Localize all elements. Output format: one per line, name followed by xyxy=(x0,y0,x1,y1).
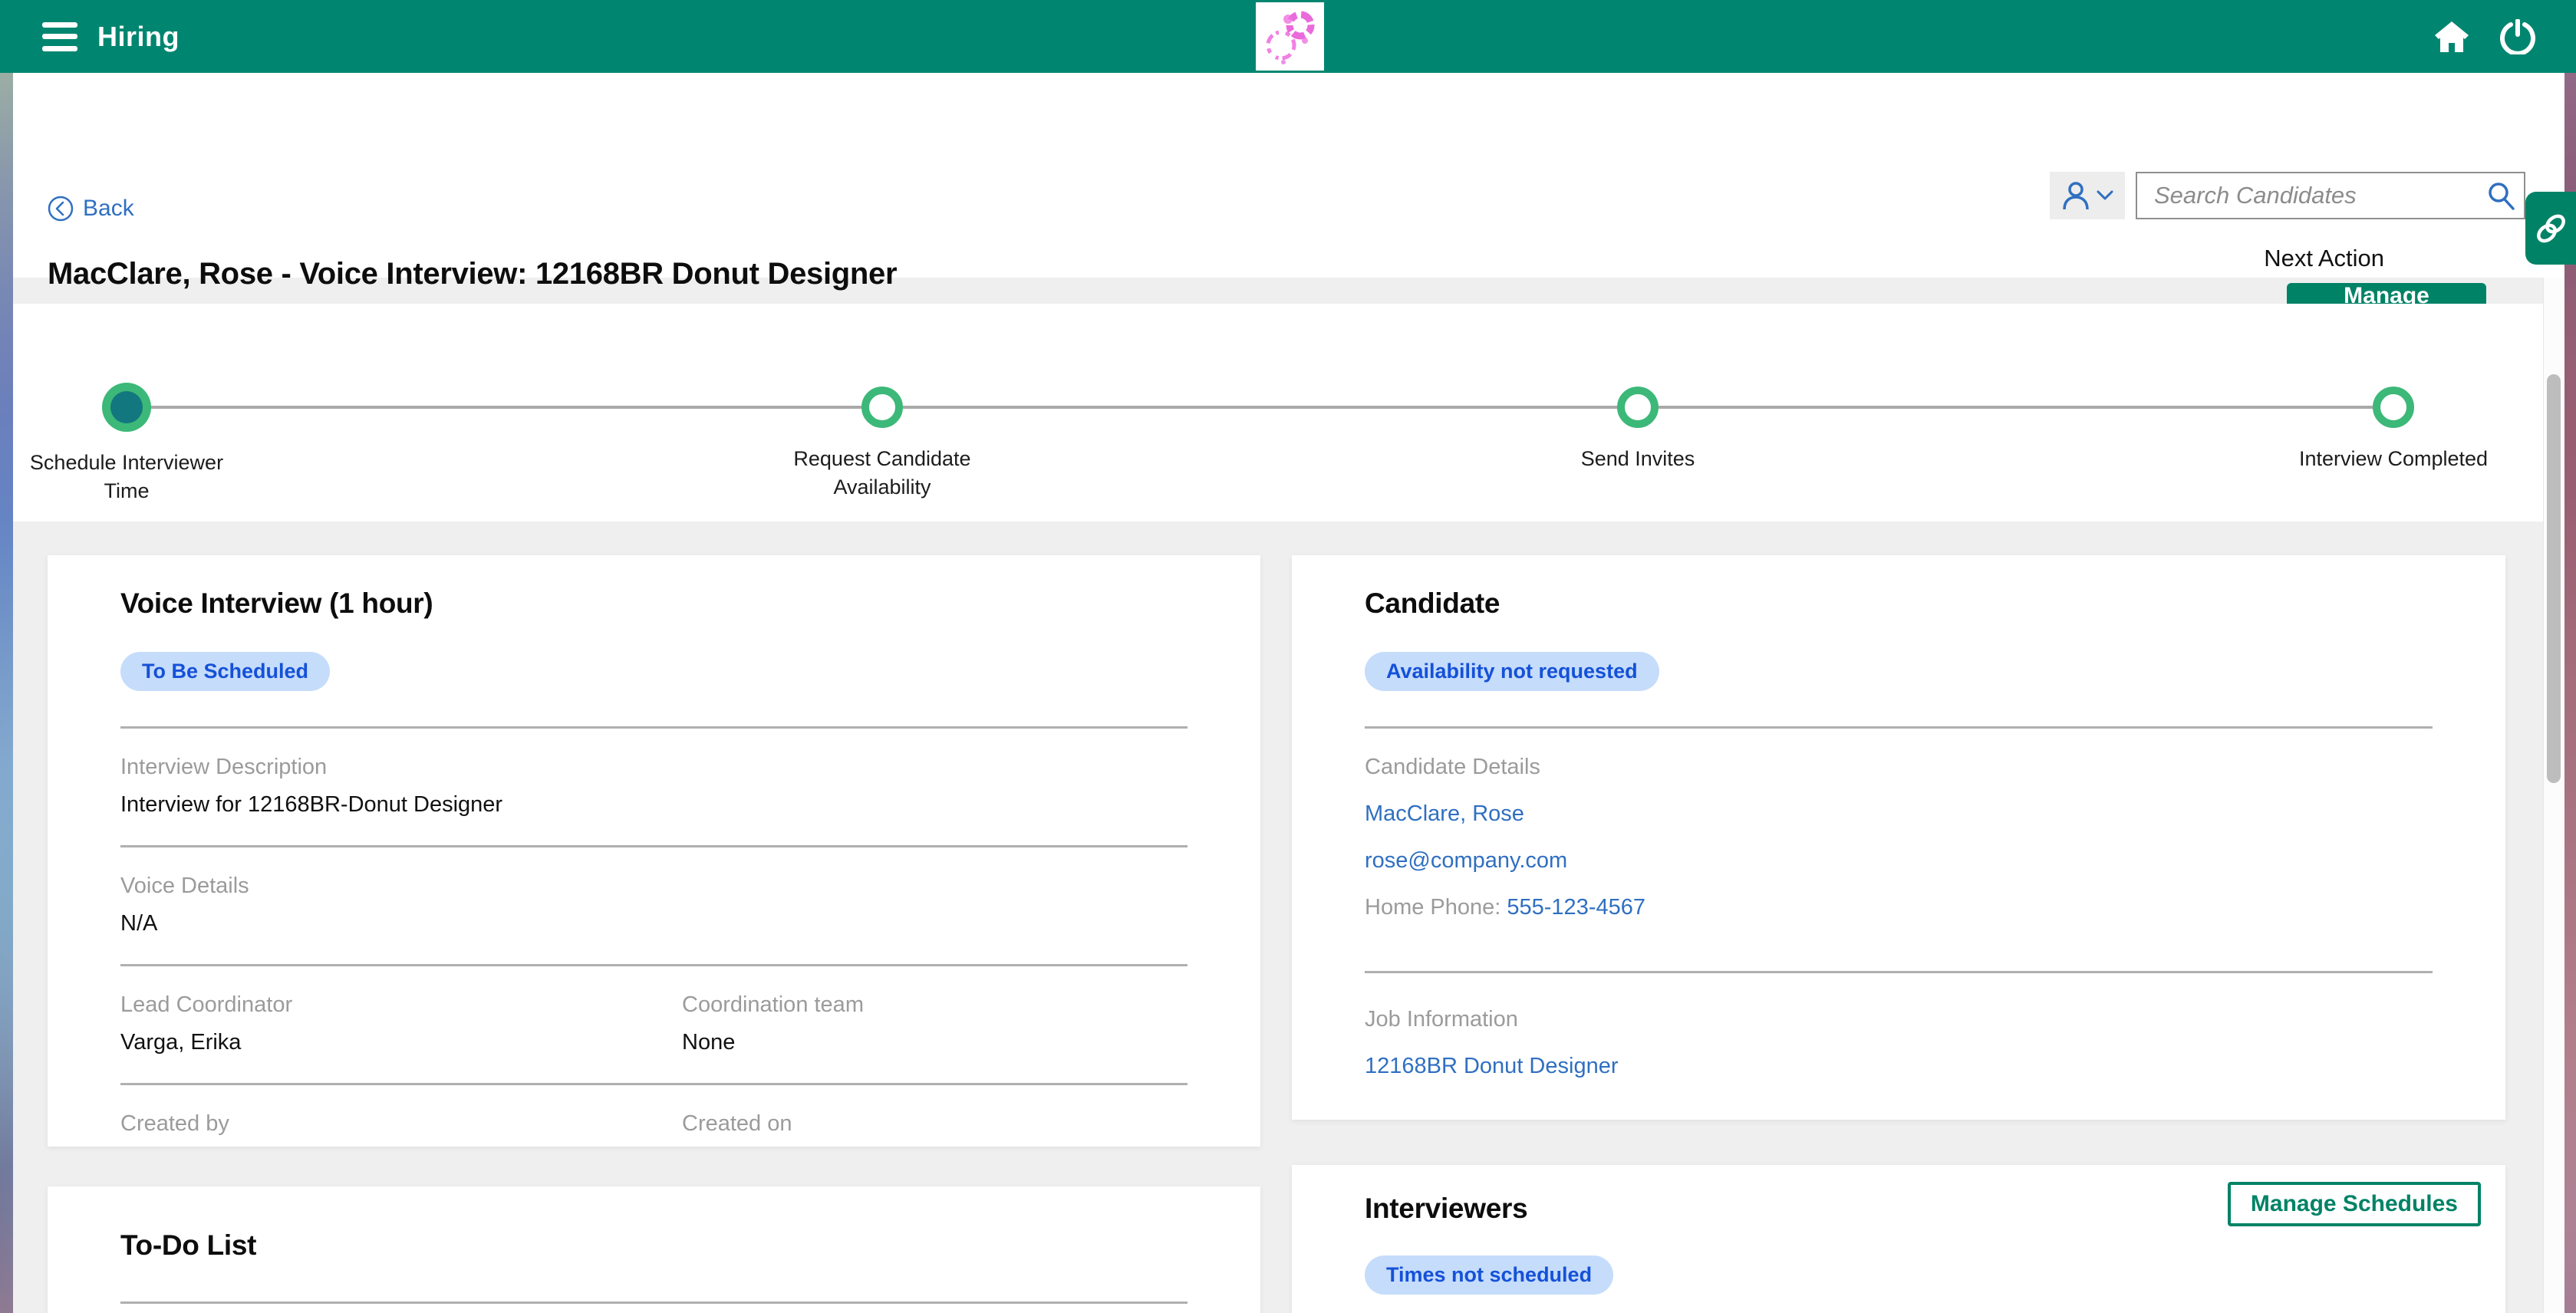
field-label: Created on xyxy=(682,1111,1188,1137)
candidate-details-label: Candidate Details xyxy=(1365,755,2433,780)
candidate-phone-link[interactable]: 555-123-4567 xyxy=(1507,895,1645,920)
quick-links-tab[interactable] xyxy=(2525,192,2576,265)
scrollbar-thumb[interactable] xyxy=(2547,374,2561,783)
back-label: Back xyxy=(83,196,134,222)
divider xyxy=(1365,971,2433,973)
interviewers-card: Interviewers Manage Schedules Times not … xyxy=(1292,1165,2505,1313)
field-coordination-team: Coordination team None xyxy=(682,966,1188,1055)
field-label: Coordination team xyxy=(682,992,1188,1018)
menu-button[interactable] xyxy=(42,22,77,51)
field-label: Created by xyxy=(120,1111,682,1137)
step-label: Interview Completed xyxy=(2263,445,2524,473)
field-row-created: Created by Varga, Erika Created on 8/22/… xyxy=(120,1085,1188,1147)
field-voice-details: Voice Details N/A xyxy=(120,874,1188,936)
search-group xyxy=(2050,172,2525,219)
link-icon xyxy=(2533,211,2568,246)
search-input[interactable] xyxy=(2136,172,2525,219)
search-scope-dropdown[interactable] xyxy=(2050,172,2125,219)
job-requisition-link[interactable]: 12168BR Donut Designer xyxy=(1365,1054,1618,1079)
divider xyxy=(120,845,1188,847)
search-box xyxy=(2136,172,2525,219)
home-icon xyxy=(2433,20,2470,54)
card-title: To-Do List xyxy=(120,1229,1188,1262)
step-circle-pending xyxy=(861,387,903,428)
step-label: Request CandidateAvailability xyxy=(752,445,1013,502)
chevron-down-icon xyxy=(2097,190,2113,201)
candidate-phone-row: Home Phone: 555-123-4567 xyxy=(1365,895,2433,920)
next-action-label: Next Action xyxy=(2264,245,2384,272)
step-interview-completed[interactable]: Interview Completed xyxy=(2263,304,2524,473)
divider xyxy=(120,1301,1188,1304)
app-logo xyxy=(1256,2,1324,71)
home-phone-label: Home Phone: xyxy=(1365,895,1500,920)
status-badge: Availability not requested xyxy=(1365,652,1659,691)
progress-stepper: Schedule InterviewerTime Request Candida… xyxy=(13,304,2564,522)
interview-card: Voice Interview (1 hour) To Be Scheduled… xyxy=(48,555,1260,1147)
app-window: Back MacClare, Rose - Voice Interview: 1… xyxy=(13,73,2564,1313)
field-lead-coordinator: Lead Coordinator Varga, Erika xyxy=(120,966,682,1055)
screen-background: Hiring xyxy=(0,0,2576,1313)
search-icon xyxy=(2485,180,2516,211)
page-title: MacClare, Rose - Voice Interview: 12168B… xyxy=(48,257,897,291)
step-schedule-interviewer-time[interactable]: Schedule InterviewerTime xyxy=(13,304,257,505)
topbar-actions xyxy=(2432,0,2538,73)
card-title: Voice Interview (1 hour) xyxy=(120,587,1188,620)
step-circle-pending xyxy=(1617,387,1659,428)
job-information-label: Job Information xyxy=(1365,1007,2433,1032)
divider xyxy=(120,726,1188,729)
power-icon xyxy=(2500,19,2535,54)
step-label: Send Invites xyxy=(1507,445,1768,473)
field-label: Interview Description xyxy=(120,755,1188,780)
step-label: Schedule InterviewerTime xyxy=(13,449,257,505)
field-created-on: Created on 8/22/2019 xyxy=(682,1085,1188,1147)
back-circle-chevron-icon xyxy=(48,196,74,222)
person-icon xyxy=(2061,180,2090,211)
candidate-name-link[interactable]: MacClare, Rose xyxy=(1365,801,1524,827)
field-interview-description: Interview Description Interview for 1216… xyxy=(120,755,1188,818)
back-link[interactable]: Back xyxy=(48,196,134,222)
field-value: Interview for 12168BR-Donut Designer xyxy=(120,792,1188,818)
app-title: Hiring xyxy=(97,21,180,53)
status-badge: To Be Scheduled xyxy=(120,652,330,691)
candidate-email-link[interactable]: rose@company.com xyxy=(1365,848,1567,874)
field-created-by: Created by Varga, Erika xyxy=(120,1085,682,1147)
status-badge: Times not scheduled xyxy=(1365,1255,1613,1295)
step-send-invites[interactable]: Send Invites xyxy=(1507,304,1768,473)
power-button[interactable] xyxy=(2498,17,2538,57)
field-label: Voice Details xyxy=(120,874,1188,899)
field-value: N/A xyxy=(120,911,1188,936)
manage-schedules-outline-button[interactable]: Manage Schedules xyxy=(2228,1182,2481,1226)
page-header-band: Back MacClare, Rose - Voice Interview: 1… xyxy=(13,73,2564,278)
candidate-card: Candidate Availability not requested Can… xyxy=(1292,555,2505,1120)
hamburger-icon xyxy=(42,22,77,28)
step-circle-pending xyxy=(2373,387,2414,428)
field-label: Lead Coordinator xyxy=(120,992,682,1018)
step-circle-completed xyxy=(102,383,151,432)
donut-logo-icon xyxy=(1256,2,1324,71)
stepper-connector-line xyxy=(127,406,2393,409)
field-value: None xyxy=(682,1030,1188,1055)
top-bar: Hiring xyxy=(0,0,2576,73)
home-button[interactable] xyxy=(2432,17,2472,57)
card-title: Candidate xyxy=(1365,587,2433,620)
field-value: Varga, Erika xyxy=(120,1030,682,1055)
step-request-candidate-availability[interactable]: Request CandidateAvailability xyxy=(752,304,1013,502)
divider xyxy=(1365,726,2433,729)
todo-card: To-Do List xyxy=(48,1186,1260,1313)
field-row-coordinators: Lead Coordinator Varga, Erika Coordinati… xyxy=(120,966,1188,1055)
search-button[interactable] xyxy=(2481,176,2521,215)
